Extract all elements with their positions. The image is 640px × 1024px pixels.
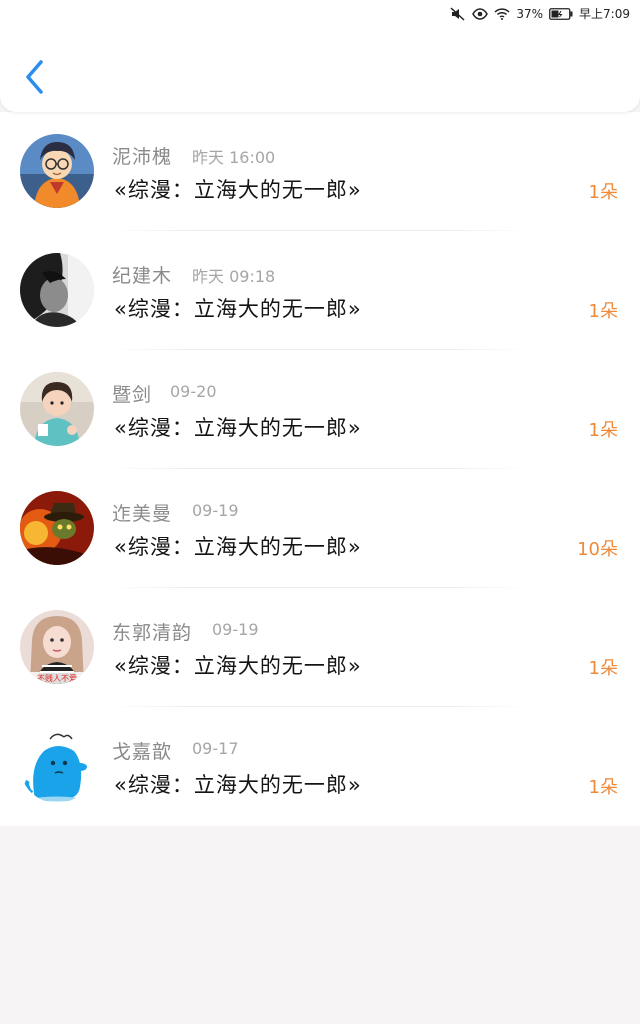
sender-name: 戈嘉歆 bbox=[112, 741, 173, 763]
avatar[interactable] bbox=[20, 372, 94, 446]
wifi-icon bbox=[494, 7, 510, 20]
avatar-caption: 不贱人不爱 bbox=[37, 673, 77, 683]
timestamp: 09-20 bbox=[170, 382, 217, 401]
book-title: «综漫：立海大的无一郎» bbox=[114, 297, 362, 321]
list-item[interactable]: 不贱人不爱 东郭清韵 09-19 «综漫：立海大的无一郎» 1朵 bbox=[0, 588, 640, 707]
flower-count: 1朵 bbox=[588, 301, 618, 322]
clock: 早上7:09 bbox=[579, 7, 630, 21]
sender-name: 纪建木 bbox=[112, 265, 173, 287]
battery-icon bbox=[549, 7, 573, 20]
book-title: «综漫：立海大的无一郎» bbox=[114, 654, 362, 678]
avatar[interactable]: 不贱人不爱 bbox=[20, 610, 94, 684]
book-title: «综漫：立海大的无一郎» bbox=[114, 773, 362, 797]
avatar[interactable] bbox=[20, 134, 94, 208]
gift-record-list: 泥沛槐 昨天 16:00 «综漫：立海大的无一郎» 1朵 纪建木 昨天 09:1… bbox=[0, 112, 640, 826]
flower-count: 1朵 bbox=[588, 182, 618, 203]
status-icons: 37% 早上7:09 bbox=[450, 5, 630, 22]
book-title: «综漫：立海大的无一郎» bbox=[114, 178, 362, 202]
status-bar: 37% 早上7:09 bbox=[0, 0, 640, 30]
flower-count: 10朵 bbox=[577, 539, 618, 560]
flower-count: 1朵 bbox=[588, 777, 618, 798]
list-item[interactable]: 泥沛槐 昨天 16:00 «综漫：立海大的无一郎» 1朵 bbox=[0, 112, 640, 231]
book-title: «综漫：立海大的无一郎» bbox=[114, 535, 362, 559]
avatar[interactable] bbox=[20, 253, 94, 327]
timestamp: 09-17 bbox=[192, 739, 239, 758]
flower-count: 1朵 bbox=[588, 420, 618, 441]
flower-count: 1朵 bbox=[588, 658, 618, 679]
list-item[interactable]: 暨剑 09-20 «综漫：立海大的无一郎» 1朵 bbox=[0, 350, 640, 469]
book-title: «综漫：立海大的无一郎» bbox=[114, 416, 362, 440]
avatar[interactable] bbox=[20, 491, 94, 565]
sender-name: 迮美曼 bbox=[112, 503, 173, 525]
sender-name: 暨剑 bbox=[112, 384, 153, 406]
battery-percent: 37% bbox=[516, 6, 544, 21]
list-item[interactable]: 纪建木 昨天 09:18 «综漫：立海大的无一郎» 1朵 bbox=[0, 231, 640, 350]
sender-name: 东郭清韵 bbox=[112, 622, 193, 644]
mute-icon bbox=[450, 6, 466, 21]
list-item[interactable]: 迮美曼 09-19 «综漫：立海大的无一郎» 10朵 bbox=[0, 469, 640, 588]
avatar[interactable] bbox=[20, 729, 94, 803]
timestamp: 09-19 bbox=[212, 620, 259, 639]
timestamp: 昨天 16:00 bbox=[192, 148, 276, 167]
list-item[interactable]: 戈嘉歆 09-17 «综漫：立海大的无一郎» 1朵 bbox=[0, 707, 640, 826]
eye-comfort-icon bbox=[472, 7, 489, 20]
timestamp: 09-19 bbox=[192, 501, 239, 520]
back-button[interactable] bbox=[20, 58, 50, 98]
chevron-left-icon bbox=[20, 60, 50, 102]
timestamp: 昨天 09:18 bbox=[192, 267, 276, 286]
sender-name: 泥沛槐 bbox=[112, 146, 173, 168]
